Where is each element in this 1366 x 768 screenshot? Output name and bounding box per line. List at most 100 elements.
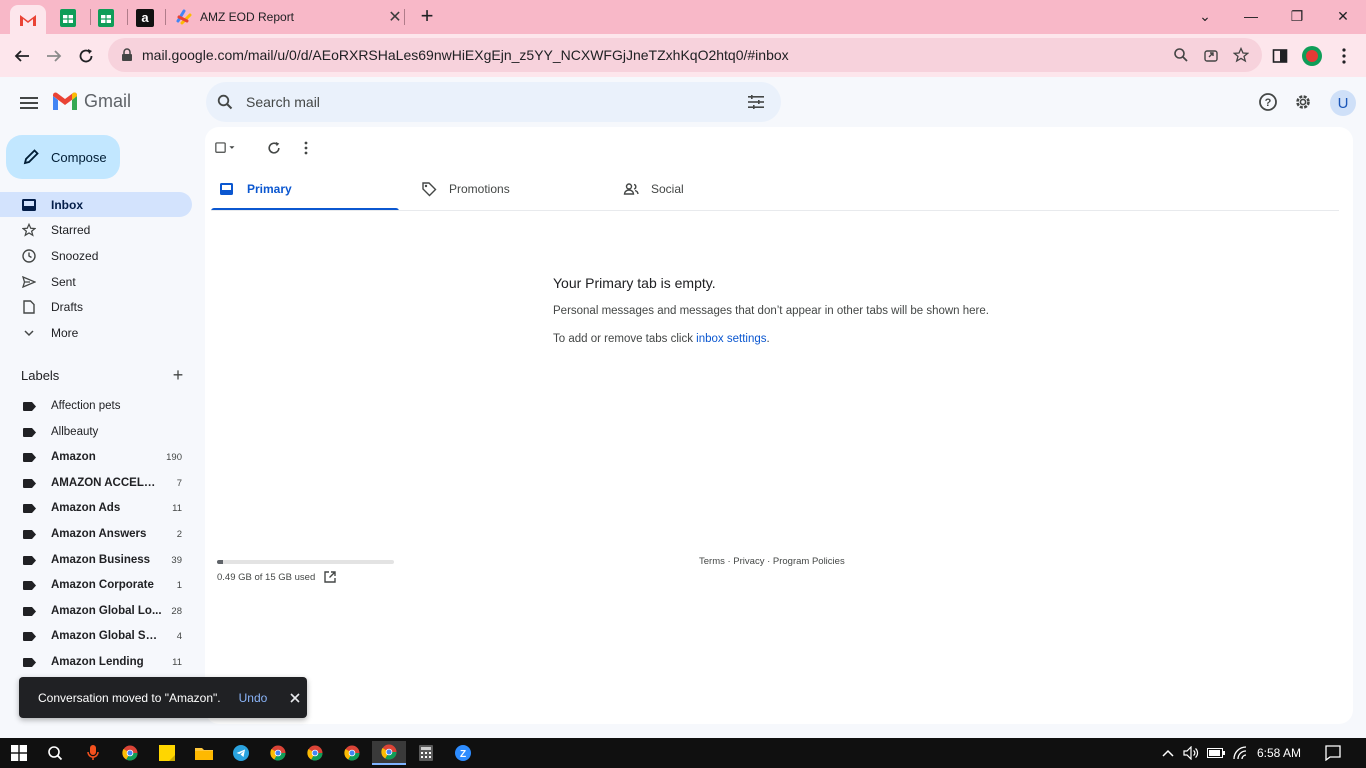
taskbar-mic-app[interactable] bbox=[76, 741, 110, 765]
sidebar-label-item[interactable]: Affection pets bbox=[0, 394, 192, 419]
taskbar-sticky-notes[interactable] bbox=[150, 741, 184, 765]
taskbar-search-button[interactable] bbox=[38, 741, 72, 765]
star-outline-icon bbox=[1233, 47, 1249, 63]
restore-button[interactable]: ❐ bbox=[1274, 4, 1320, 28]
sidebar-label-item[interactable]: Amazon Corporate 1 bbox=[0, 573, 192, 598]
inbox-icon bbox=[220, 183, 233, 195]
tab-social[interactable]: Social bbox=[615, 171, 803, 211]
side-panel-button[interactable] bbox=[1266, 42, 1294, 70]
label-name: Allbeauty bbox=[51, 425, 99, 438]
label-name: Amazon Corporate bbox=[51, 579, 154, 592]
sheets-pinned-tab[interactable] bbox=[50, 5, 86, 31]
sidebar-item-sent[interactable]: Sent bbox=[0, 269, 192, 294]
taskbar-chrome-3[interactable] bbox=[298, 741, 332, 765]
label-unread-count: 7 bbox=[176, 477, 182, 489]
tab-primary[interactable]: Primary bbox=[211, 171, 399, 211]
taskbar-telegram[interactable] bbox=[224, 741, 258, 765]
sidebar-label-item[interactable]: Amazon Lending 11 bbox=[0, 650, 192, 675]
close-icon[interactable] bbox=[287, 690, 303, 706]
url-text[interactable]: mail.google.com/mail/u/0/d/AEoRXRSHaLes6… bbox=[142, 47, 1166, 63]
taskbar-chrome-1[interactable] bbox=[113, 741, 147, 765]
bookmark-button[interactable] bbox=[1226, 40, 1256, 70]
gmail-pinned-tab[interactable] bbox=[10, 5, 46, 34]
taskbar-file-explorer[interactable] bbox=[187, 741, 221, 765]
amazon-pinned-tab[interactable]: a bbox=[127, 5, 163, 31]
sidebar-label-item[interactable]: AMAZON ACCELER... 7 bbox=[0, 471, 192, 496]
taskbar-calculator[interactable] bbox=[409, 741, 443, 765]
sidebar-label-item[interactable]: Amazon Answers 2 bbox=[0, 522, 192, 547]
sidebar-label-item[interactable]: Amazon Global Lo... 28 bbox=[0, 599, 192, 624]
sidebar-item-more[interactable]: More bbox=[0, 320, 192, 345]
undo-button[interactable]: Undo bbox=[239, 691, 268, 705]
sidebar-item-label: Snoozed bbox=[51, 248, 99, 263]
hint-suffix: . bbox=[766, 333, 770, 345]
zoom-button[interactable] bbox=[1166, 40, 1196, 70]
tab-promotions[interactable]: Promotions bbox=[413, 171, 601, 211]
sidebar-label-item[interactable]: Amazon Ads 11 bbox=[0, 496, 192, 521]
tab-amz-eod-report[interactable]: AMZ EOD Report ✕ bbox=[166, 5, 404, 29]
account-avatar[interactable]: U bbox=[1330, 90, 1356, 116]
open-in-new-icon[interactable] bbox=[323, 570, 337, 584]
more-actions-button[interactable] bbox=[295, 137, 317, 159]
close-tab-icon[interactable]: ✕ bbox=[386, 8, 404, 26]
forward-button[interactable] bbox=[40, 42, 68, 70]
select-checkbox[interactable] bbox=[215, 137, 237, 159]
send-icon bbox=[20, 273, 38, 291]
apps-script-icon bbox=[176, 9, 192, 25]
taskbar-chrome-2[interactable] bbox=[261, 741, 295, 765]
support-button[interactable]: ? bbox=[1256, 90, 1280, 114]
tab-separator bbox=[404, 9, 405, 25]
main-menu-button[interactable] bbox=[16, 90, 42, 116]
back-button[interactable] bbox=[8, 42, 36, 70]
sidebar-label-item[interactable]: Amazon 190 bbox=[0, 445, 192, 470]
lock-icon[interactable] bbox=[120, 48, 134, 62]
browser-menu-button[interactable] bbox=[1330, 42, 1358, 70]
taskbar-clock[interactable]: 6:58 AM bbox=[1257, 746, 1301, 760]
tab-search-button[interactable]: ⌄ bbox=[1182, 4, 1228, 28]
sheets-icon bbox=[98, 9, 114, 27]
volume-button[interactable] bbox=[1181, 743, 1201, 763]
compose-button[interactable]: Compose bbox=[6, 135, 120, 179]
search-input[interactable] bbox=[246, 94, 743, 110]
sidebar-label-item[interactable]: Amazon Global Sell... 4 bbox=[0, 624, 192, 649]
inbox-icon bbox=[20, 196, 38, 214]
share-button[interactable] bbox=[1196, 40, 1226, 70]
tray-overflow-button[interactable] bbox=[1158, 743, 1178, 763]
svg-text:Z: Z bbox=[460, 749, 466, 760]
new-tab-button[interactable]: + bbox=[416, 5, 438, 28]
label-unread-count: 39 bbox=[171, 554, 182, 566]
minimize-button[interactable]: — bbox=[1228, 4, 1274, 28]
search-bar[interactable] bbox=[206, 82, 781, 122]
network-button[interactable] bbox=[1231, 743, 1251, 763]
create-label-button[interactable]: + bbox=[168, 366, 188, 386]
kebab-menu-icon bbox=[1342, 48, 1346, 64]
battery-button[interactable] bbox=[1206, 743, 1226, 763]
calculator-icon bbox=[419, 745, 433, 761]
settings-button[interactable] bbox=[1291, 90, 1315, 114]
taskbar-chrome-4[interactable] bbox=[335, 741, 369, 765]
refresh-button[interactable] bbox=[263, 137, 285, 159]
start-button[interactable] bbox=[2, 741, 36, 765]
reload-button[interactable] bbox=[72, 42, 100, 70]
notifications-button[interactable] bbox=[1323, 743, 1343, 763]
sidebar-item-inbox[interactable]: Inbox bbox=[0, 192, 192, 217]
close-window-button[interactable]: ✕ bbox=[1320, 4, 1366, 28]
taskbar-chrome-active[interactable] bbox=[372, 741, 406, 765]
clock-icon bbox=[20, 247, 38, 265]
sidebar-item-snoozed[interactable]: Snoozed bbox=[0, 243, 192, 268]
chrome-icon bbox=[122, 745, 138, 761]
gmail-logo[interactable]: Gmail bbox=[52, 91, 131, 112]
profile-button[interactable] bbox=[1298, 42, 1326, 70]
sidebar-item-drafts[interactable]: Drafts bbox=[0, 294, 192, 319]
address-bar[interactable]: mail.google.com/mail/u/0/d/AEoRXRSHaLes6… bbox=[108, 38, 1262, 72]
footer-links[interactable]: Terms · Privacy · Program Policies bbox=[699, 556, 845, 567]
inbox-settings-link[interactable]: inbox settings bbox=[696, 333, 766, 345]
search-button[interactable] bbox=[214, 91, 236, 113]
sidebar-label-item[interactable]: Allbeauty bbox=[0, 420, 192, 445]
taskbar-zoom[interactable]: Z bbox=[446, 741, 480, 765]
label-unread-count: 11 bbox=[172, 503, 182, 515]
sidebar-label-item[interactable]: Amazon Business 39 bbox=[0, 548, 192, 573]
sheets-pinned-tab-2[interactable] bbox=[88, 5, 124, 31]
sidebar-item-starred[interactable]: Starred bbox=[0, 217, 192, 242]
search-options-button[interactable] bbox=[743, 89, 769, 115]
